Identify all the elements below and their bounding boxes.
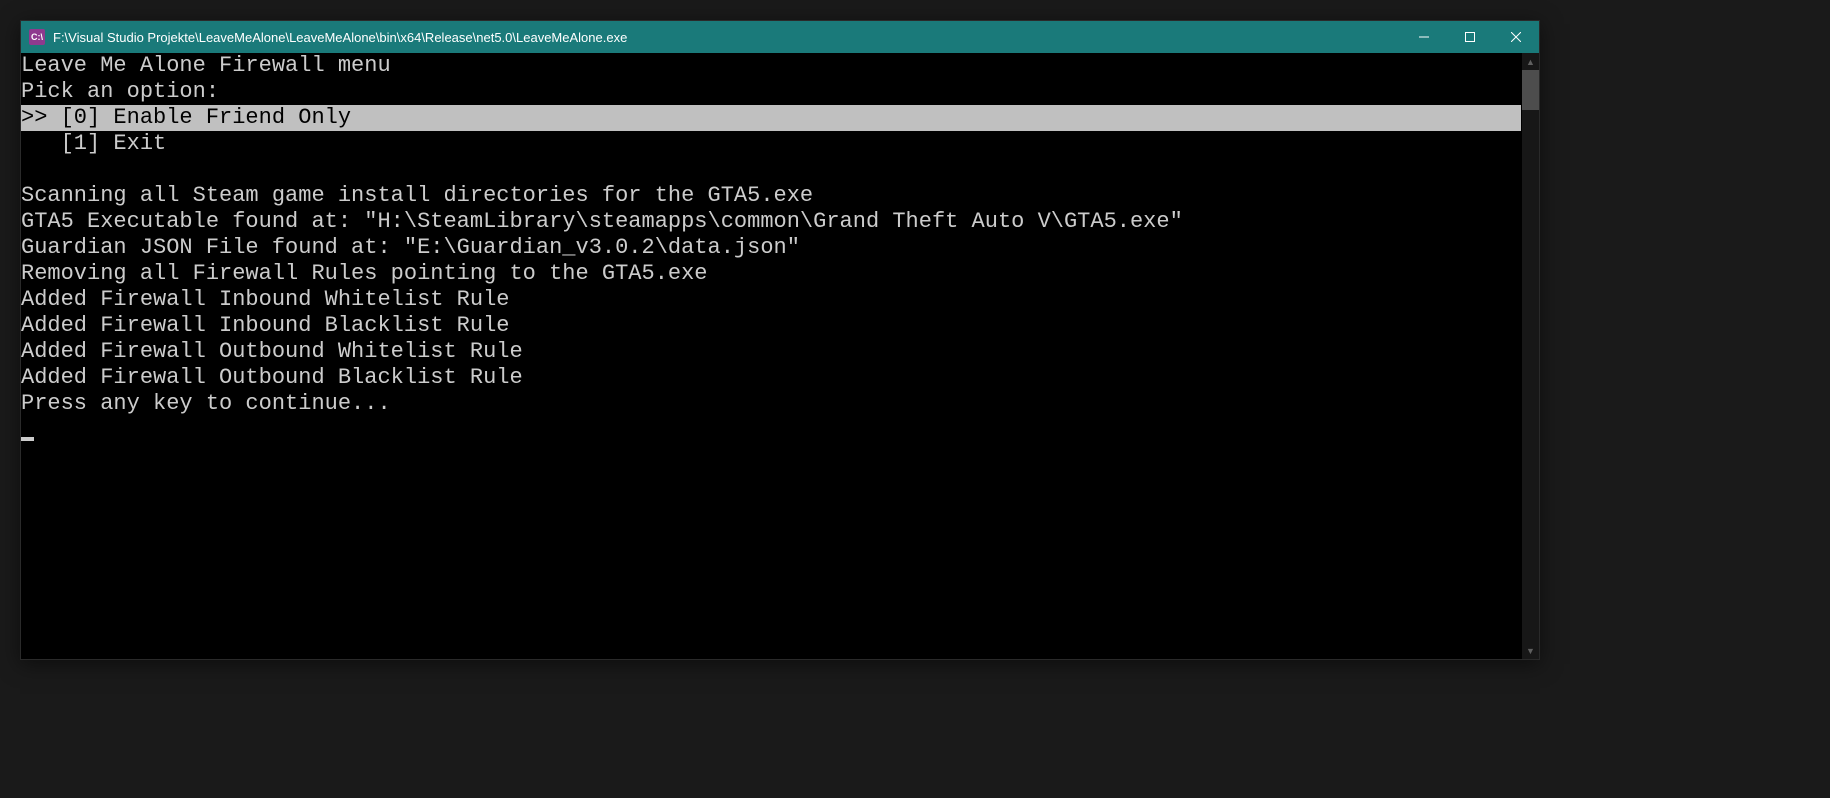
console-line: Added Firewall Outbound Blacklist Rule xyxy=(21,365,1539,391)
console-line: Scanning all Steam game install director… xyxy=(21,183,1539,209)
cursor-line xyxy=(21,417,1539,443)
vertical-scrollbar[interactable]: ▲ ▼ xyxy=(1522,53,1539,659)
window-controls xyxy=(1401,21,1539,53)
console-window: C:\ F:\Visual Studio Projekte\LeaveMeAlo… xyxy=(20,20,1540,660)
menu-option-selected: >> [0] Enable Friend Only xyxy=(21,105,1521,131)
console-line xyxy=(21,157,1539,183)
close-button[interactable] xyxy=(1493,21,1539,53)
minimize-button[interactable] xyxy=(1401,21,1447,53)
scroll-down-arrow[interactable]: ▼ xyxy=(1522,642,1539,659)
console-line: Press any key to continue... xyxy=(21,391,1539,417)
console-body[interactable]: Leave Me Alone Firewall menuPick an opti… xyxy=(21,53,1539,659)
console-line: Added Firewall Outbound Whitelist Rule xyxy=(21,339,1539,365)
scroll-track[interactable] xyxy=(1522,70,1539,642)
titlebar[interactable]: C:\ F:\Visual Studio Projekte\LeaveMeAlo… xyxy=(21,21,1539,53)
console-output[interactable]: Leave Me Alone Firewall menuPick an opti… xyxy=(21,53,1539,659)
console-line: Added Firewall Inbound Whitelist Rule xyxy=(21,287,1539,313)
maximize-button[interactable] xyxy=(1447,21,1493,53)
console-line: Pick an option: xyxy=(21,79,1539,105)
close-icon xyxy=(1511,32,1521,42)
scroll-up-arrow[interactable]: ▲ xyxy=(1522,53,1539,70)
console-line: Removing all Firewall Rules pointing to … xyxy=(21,261,1539,287)
console-line: Guardian JSON File found at: "E:\Guardia… xyxy=(21,235,1539,261)
scroll-thumb[interactable] xyxy=(1522,70,1539,110)
console-line: [1] Exit xyxy=(21,131,1539,157)
app-icon: C:\ xyxy=(29,29,45,45)
console-line: GTA5 Executable found at: "H:\SteamLibra… xyxy=(21,209,1539,235)
console-line: Leave Me Alone Firewall menu xyxy=(21,53,1539,79)
cursor xyxy=(21,437,34,441)
console-line: Added Firewall Inbound Blacklist Rule xyxy=(21,313,1539,339)
minimize-icon xyxy=(1419,32,1429,42)
window-title: F:\Visual Studio Projekte\LeaveMeAlone\L… xyxy=(53,30,1401,45)
maximize-icon xyxy=(1465,32,1475,42)
